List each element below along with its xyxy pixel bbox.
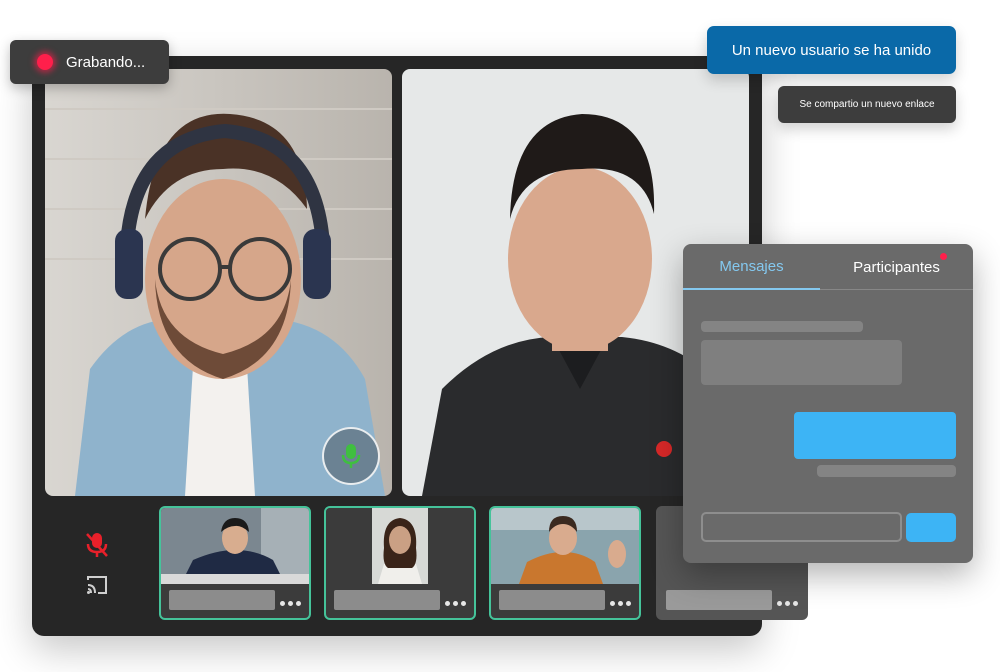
chat-tabs: Mensajes Participantes — [683, 244, 973, 290]
incoming-message-bubble — [701, 340, 902, 385]
unread-dot-icon — [940, 253, 947, 260]
participant-name-placeholder — [499, 590, 605, 610]
participant-thumbnail[interactable] — [159, 506, 311, 620]
user-joined-text: Un nuevo usuario se ha unido — [731, 41, 932, 59]
cast-icon — [87, 576, 107, 594]
send-button[interactable] — [906, 513, 956, 542]
outgoing-message-meta-placeholder — [817, 465, 956, 477]
user-joined-notification: Un nuevo usuario se ha unido — [707, 26, 956, 74]
tab-messages[interactable]: Mensajes — [683, 244, 820, 290]
link-shared-text: Se compartio un nuevo enlace — [799, 99, 935, 110]
participant-video — [491, 508, 639, 584]
mic-active-indicator[interactable] — [322, 427, 380, 485]
recording-dot-icon — [37, 54, 53, 70]
chat-panel: Mensajes Participantes — [683, 244, 973, 563]
video-call-screen: Grabando... Un nuevo usuario se ha unido… — [0, 0, 1000, 672]
participant-video — [161, 508, 309, 584]
cast-button[interactable] — [83, 571, 111, 599]
participant-thumbnail[interactable] — [324, 506, 476, 620]
more-options-icon[interactable] — [445, 601, 466, 606]
more-options-icon[interactable] — [280, 601, 301, 606]
mic-muted-icon — [86, 533, 108, 557]
outgoing-message-bubble — [794, 412, 956, 459]
recording-label: Grabando... — [66, 53, 146, 71]
message-input[interactable] — [701, 512, 902, 542]
participant-thumbnail[interactable] — [489, 506, 641, 620]
mic-active-icon — [341, 444, 361, 468]
incoming-message-meta-placeholder — [701, 321, 863, 332]
recording-indicator: Grabando... — [10, 40, 169, 84]
more-options-icon[interactable] — [610, 601, 631, 606]
link-shared-notification: Se compartio un nuevo enlace — [778, 86, 956, 123]
tab-participants[interactable]: Participantes — [820, 244, 973, 290]
more-options-icon[interactable] — [777, 601, 798, 606]
participant-name-placeholder — [169, 590, 275, 610]
participant-name-placeholder — [666, 590, 772, 610]
participant-video — [326, 508, 474, 584]
participant-name-placeholder — [334, 590, 440, 610]
mute-toggle-button[interactable] — [83, 531, 111, 559]
